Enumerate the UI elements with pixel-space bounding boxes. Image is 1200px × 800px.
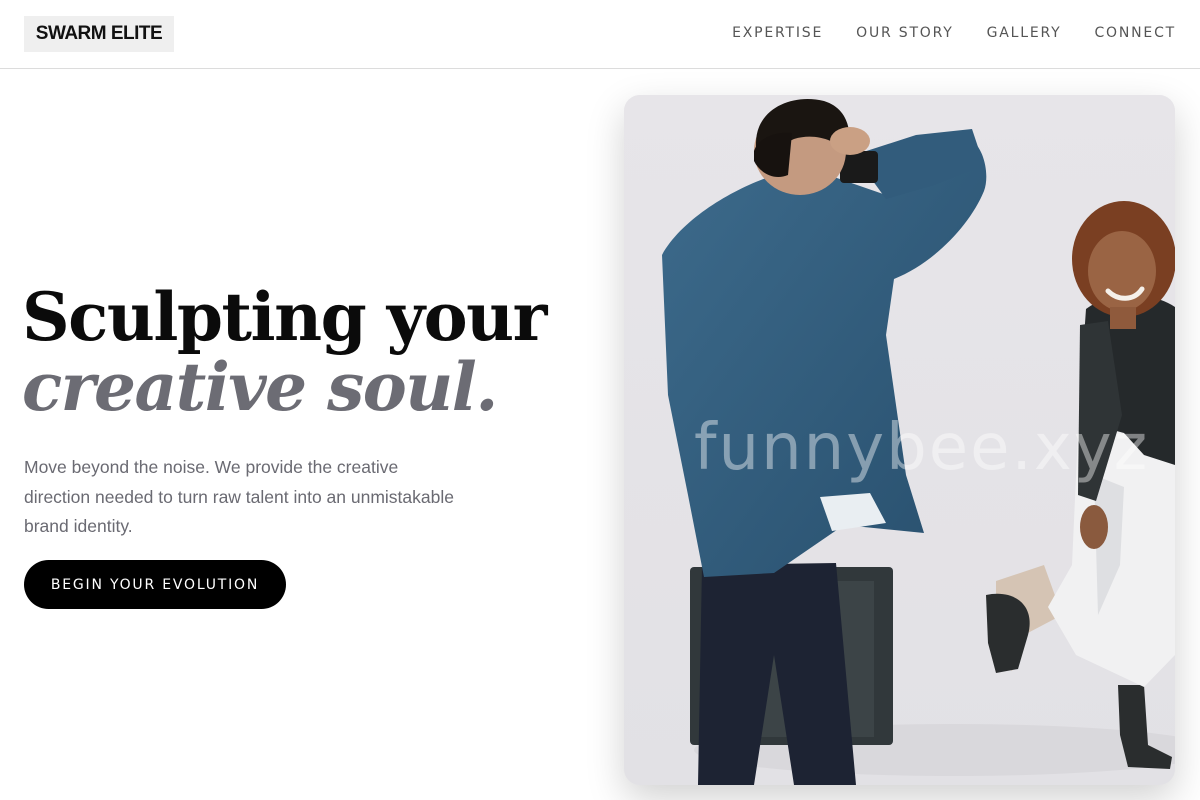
nav-link-gallery[interactable]: GALLERY bbox=[987, 24, 1062, 44]
site-header: SWARM ELITE EXPERTISE OUR STORY GALLERY … bbox=[0, 0, 1200, 69]
headline-line-2: creative soul. bbox=[22, 348, 498, 426]
main-nav: EXPERTISE OUR STORY GALLERY CONNECT bbox=[732, 24, 1176, 44]
site-logo[interactable]: SWARM ELITE bbox=[24, 16, 174, 52]
hero-photo: funnybee.xyz bbox=[624, 95, 1175, 785]
nav-link-our-story[interactable]: OUR STORY bbox=[856, 24, 954, 44]
nav-link-connect[interactable]: CONNECT bbox=[1094, 24, 1176, 44]
headline-line-1: Sculpting your bbox=[22, 278, 547, 356]
begin-evolution-button[interactable]: BEGIN YOUR EVOLUTION bbox=[24, 560, 286, 609]
photographer-and-model-illustration bbox=[624, 95, 1175, 785]
hero-description: Move beyond the noise. We provide the cr… bbox=[24, 457, 454, 536]
hero-headline: Sculpting your creative soul. bbox=[22, 282, 582, 422]
nav-link-expertise[interactable]: EXPERTISE bbox=[732, 24, 823, 44]
